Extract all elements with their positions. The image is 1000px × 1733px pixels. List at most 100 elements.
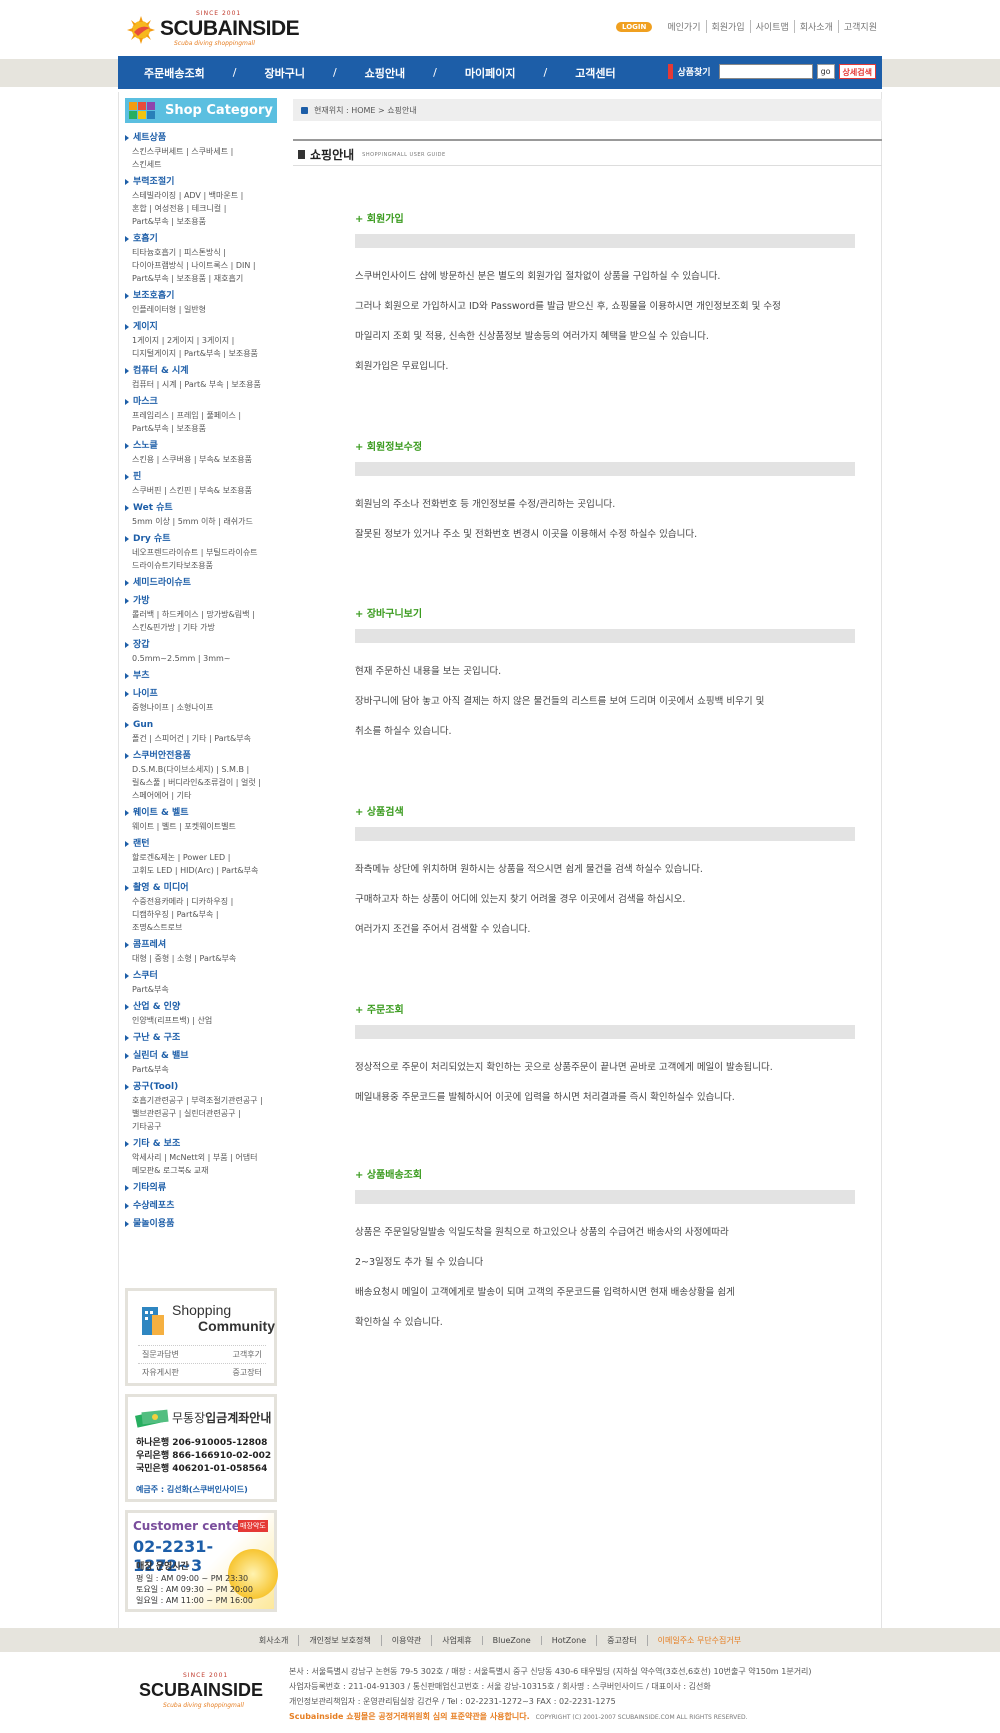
category-title-link[interactable]: 콤프레셔 xyxy=(125,938,277,952)
top-link-sitemap[interactable]: 사이트맵 xyxy=(749,20,794,33)
subcategory-links[interactable]: 조명&스트로브 xyxy=(125,921,277,934)
subcategory-links[interactable]: 중형나이프 | 소형나이프 xyxy=(125,701,277,714)
subcategory-links[interactable]: Part&부속 xyxy=(125,983,277,996)
subcategory-links[interactable]: 스킨&핀가방 | 기타 가방 xyxy=(125,621,277,634)
category-title-link[interactable]: 촬영 & 미디어 xyxy=(125,881,277,895)
subcategory-links[interactable]: 스킨스쿠버세트 | 스쿠바세트 | xyxy=(125,145,277,158)
category-title-link[interactable]: 구난 & 구조 xyxy=(125,1031,277,1045)
subcategory-links[interactable]: 티타늄호흡기 | 피스톤방식 | xyxy=(125,246,277,259)
top-link-about[interactable]: 회사소개 xyxy=(793,20,838,33)
category-title-link[interactable]: 기타 & 보조 xyxy=(125,1137,277,1151)
subcategory-links[interactable]: 밸브관련공구 | 실린더관련공구 | xyxy=(125,1107,277,1120)
category-title-link[interactable]: 세트상품 xyxy=(125,131,277,145)
subcategory-links[interactable]: 악세사리 | McNett외 | 부품 | 어댑터 xyxy=(125,1151,277,1164)
subcategory-links[interactable]: 0.5mm~2.5mm | 3mm~ xyxy=(125,652,277,665)
category-title-link[interactable]: 웨이트 & 벨트 xyxy=(125,806,277,820)
subcategory-links[interactable]: 폴건 | 스피어건 | 기타 | Part&부속 xyxy=(125,732,277,745)
category-title-link[interactable]: 스노클 xyxy=(125,439,277,453)
category-title-link[interactable]: 장갑 xyxy=(125,638,277,652)
community-link-reviews[interactable]: 고객후기 xyxy=(233,1349,262,1360)
category-title-link[interactable]: 컴퓨터 & 시계 xyxy=(125,364,277,378)
subcategory-links[interactable]: 스테빌라이징 | ADV | 백마운트 | xyxy=(125,189,277,202)
footer-link[interactable]: HotZone xyxy=(540,1635,596,1645)
nav-customer-center[interactable]: 고객센터 xyxy=(571,65,619,81)
subcategory-links[interactable]: 디지털게이지 | Part&부속 | 보조용품 xyxy=(125,347,277,360)
subcategory-links[interactable]: Part&부속 | 보조용품 | 재호흡기 xyxy=(125,272,277,285)
category-title-link[interactable]: 게이지 xyxy=(125,320,277,334)
subcategory-links[interactable]: 스킨세트 xyxy=(125,158,277,171)
subcategory-links[interactable]: 네오프렌드라이슈트 | 부틸드라이슈트 xyxy=(125,546,277,559)
subcategory-links[interactable]: 호흡기관련공구 | 부력조절기관련공구 | xyxy=(125,1094,277,1107)
community-link-board[interactable]: 자유게시판 xyxy=(142,1367,179,1378)
category-title-link[interactable]: 나이프 xyxy=(125,687,277,701)
category-title-link[interactable]: 호흡기 xyxy=(125,232,277,246)
subcategory-links[interactable]: 웨이트 | 벨트 | 포켓웨이트벨트 xyxy=(125,820,277,833)
subcategory-links[interactable]: 인양백(리프트백) | 산업 xyxy=(125,1014,277,1027)
subcategory-links[interactable]: 기타공구 xyxy=(125,1120,277,1133)
subcategory-links[interactable]: 인플레이터형 | 일반형 xyxy=(125,303,277,316)
nav-mypage[interactable]: 마이페이지 xyxy=(461,65,520,81)
subcategory-links[interactable]: 스킨용 | 스쿠버용 | 부속& 보조용품 xyxy=(125,453,277,466)
subcategory-links[interactable]: 디캠하우징 | Part&부속 | xyxy=(125,908,277,921)
category-title-link[interactable]: 보조호흡기 xyxy=(125,289,277,303)
category-title-link[interactable]: 랜턴 xyxy=(125,837,277,851)
category-title-link[interactable]: 부력조절기 xyxy=(125,175,277,189)
category-title-link[interactable]: 공구(Tool) xyxy=(125,1080,277,1094)
subcategory-links[interactable]: 고휘도 LED | HID(Arc) | Part&부속 xyxy=(125,864,277,877)
category-title-link[interactable]: 기타의류 xyxy=(125,1181,277,1195)
subcategory-links[interactable]: 다이아프램방식 | 나이트록스 | DIN | xyxy=(125,259,277,272)
subcategory-links[interactable]: Part&부속 xyxy=(125,1063,277,1076)
footer-link[interactable]: 이용약관 xyxy=(380,1634,431,1646)
advanced-search-button[interactable]: 상세검색 xyxy=(838,64,876,79)
top-link-main[interactable]: 메인가기 xyxy=(662,20,705,33)
subcategory-links[interactable]: 드라이슈트기타보조용품 xyxy=(125,559,277,572)
category-title-link[interactable]: 마스크 xyxy=(125,395,277,409)
category-title-link[interactable]: 실린더 & 밸브 xyxy=(125,1049,277,1063)
login-button[interactable]: LOGIN xyxy=(616,21,653,32)
top-link-support[interactable]: 고객지원 xyxy=(837,20,882,33)
footer-link[interactable]: 회사소개 xyxy=(249,1635,298,1646)
category-title-link[interactable]: 수상레포츠 xyxy=(125,1199,277,1213)
footer-link[interactable]: 이메일주소 무단수집거부 xyxy=(646,1634,752,1646)
community-link-market[interactable]: 중고장터 xyxy=(233,1367,262,1378)
footer-link[interactable]: 사업제휴 xyxy=(431,1634,481,1646)
category-title-link[interactable]: 세미드라이슈트 xyxy=(125,576,277,590)
top-link-join[interactable]: 회원가입 xyxy=(705,20,750,33)
subcategory-links[interactable]: 수중전용카메라 | 디카하우징 | xyxy=(125,895,277,908)
subcategory-links[interactable]: 할로겐&제논 | Power LED | xyxy=(125,851,277,864)
category-title-link[interactable]: Gun xyxy=(125,718,277,732)
category-title-link[interactable]: 부츠 xyxy=(125,669,277,683)
subcategory-links[interactable]: 스페어에어 | 기타 xyxy=(125,789,277,802)
subcategory-links[interactable]: 롤러백 | 하드케이스 | 망가방&림백 | xyxy=(125,608,277,621)
category-title-link[interactable]: 스쿠버안전용품 xyxy=(125,749,277,763)
subcategory-links[interactable]: Part&부속 | 보조용품 xyxy=(125,215,277,228)
nav-order-tracking[interactable]: 주문배송조회 xyxy=(140,65,209,81)
subcategory-links[interactable]: 혼합 | 여성전용 | 테크니컬 | xyxy=(125,202,277,215)
site-logo[interactable]: SINCE 2001 SCUBAINSIDE Scuba diving shop… xyxy=(122,6,300,50)
category-title-link[interactable]: 산업 & 인양 xyxy=(125,1000,277,1014)
category-title-link[interactable]: 핀 xyxy=(125,470,277,484)
nav-shopping-guide[interactable]: 쇼핑안내 xyxy=(361,65,409,81)
subcategory-links[interactable]: D.S.M.B(다이브소세지) | S.M.B | xyxy=(125,763,277,776)
category-title-link[interactable]: 스쿠터 xyxy=(125,969,277,983)
subcategory-links[interactable]: 컴퓨터 | 시계 | Part& 부속 | 보조용품 xyxy=(125,378,277,391)
subcategory-links[interactable]: Part&부속 | 보조용품 xyxy=(125,422,277,435)
subcategory-links[interactable]: 메모판& 로그북& 교재 xyxy=(125,1164,277,1177)
subcategory-links[interactable]: 5mm 이상 | 5mm 이하 | 래쉬가드 xyxy=(125,515,277,528)
subcategory-links[interactable]: 대형 | 중형 | 소형 | Part&부속 xyxy=(125,952,277,965)
category-title-link[interactable]: 가방 xyxy=(125,594,277,608)
footer-link[interactable]: 개인정보 보호정책 xyxy=(298,1634,380,1646)
nav-cart[interactable]: 장바구니 xyxy=(260,65,308,81)
subcategory-links[interactable]: 프레임리스 | 프레임 | 풀페이스 | xyxy=(125,409,277,422)
footer-link[interactable]: BlueZone xyxy=(481,1635,541,1645)
category-title-link[interactable]: 물놀이용품 xyxy=(125,1217,277,1231)
category-title-link[interactable]: Wet 슈트 xyxy=(125,501,277,515)
subcategory-links[interactable]: 1게이지 | 2게이지 | 3게이지 | xyxy=(125,334,277,347)
search-go-button[interactable]: go xyxy=(816,64,835,79)
store-map-button[interactable]: 매장약도 xyxy=(238,1520,268,1532)
subcategory-links[interactable]: 스쿠버핀 | 스킨핀 | 부속& 보조용품 xyxy=(125,484,277,497)
category-title-link[interactable]: Dry 슈트 xyxy=(125,532,277,546)
footer-link[interactable]: 중고장터 xyxy=(596,1634,646,1646)
subcategory-links[interactable]: 릴&스풀 | 버디라인&조류걸이 | 얼럿 | xyxy=(125,776,277,789)
community-link-qna[interactable]: 질문과답변 xyxy=(142,1349,179,1360)
